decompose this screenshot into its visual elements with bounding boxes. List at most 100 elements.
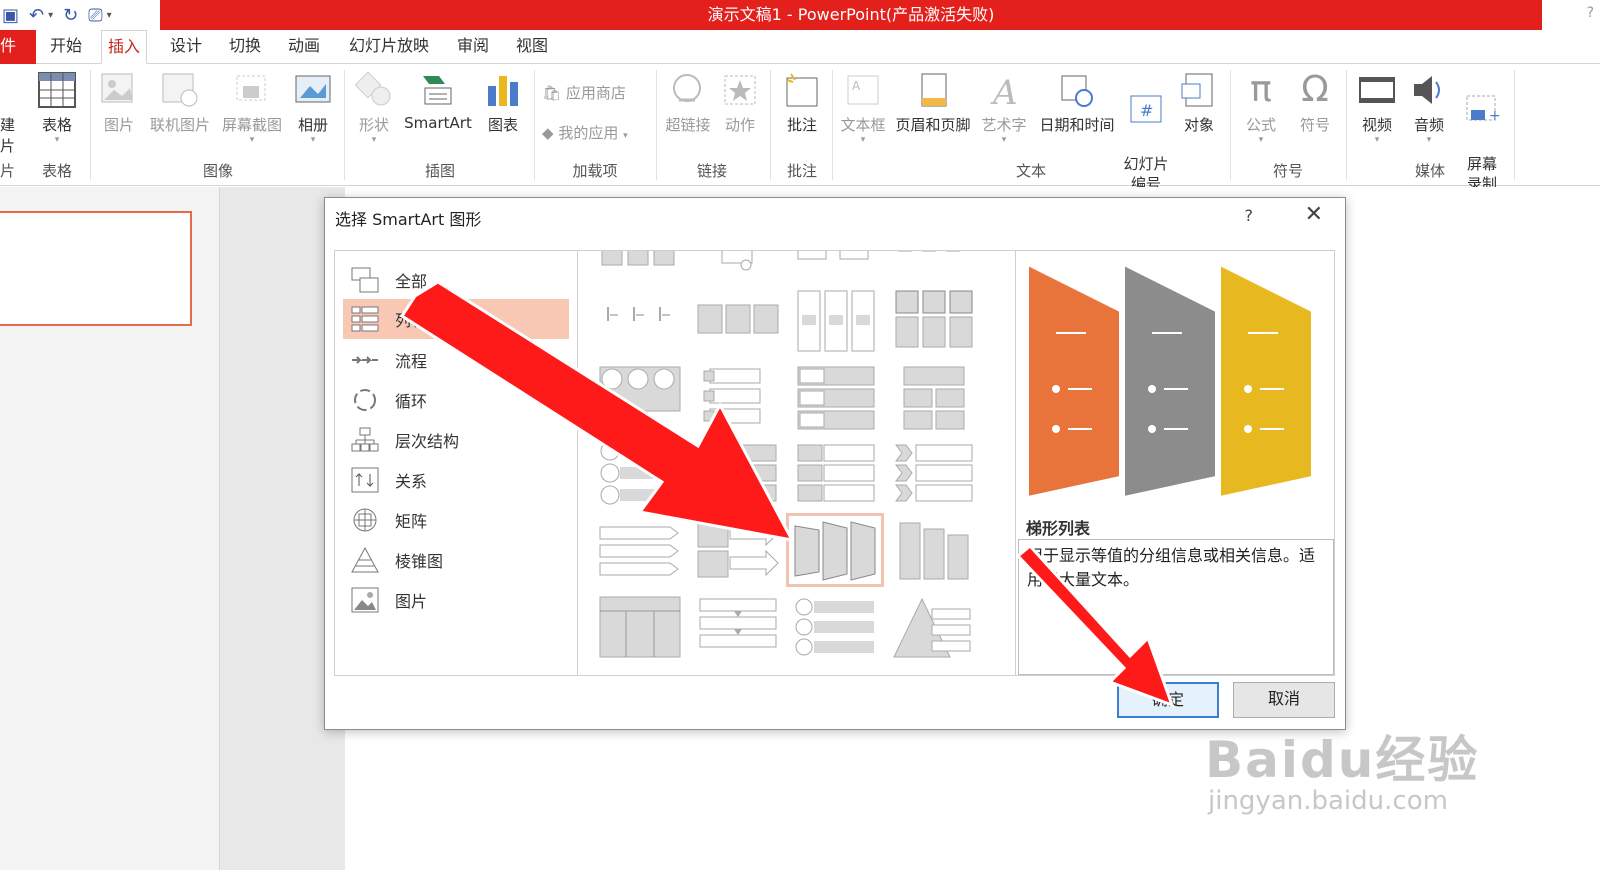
category-process[interactable]: 流程: [343, 341, 569, 379]
picture-icon: [101, 73, 133, 103]
tab-home[interactable]: 开始: [44, 30, 88, 64]
ok-button[interactable]: 确定: [1117, 682, 1219, 718]
tab-insert[interactable]: 插入: [101, 30, 148, 64]
partial-new-slide[interactable]: 建 片: [0, 114, 20, 156]
group-label-illustrations: 插图: [424, 162, 455, 180]
store-label: 应用商店: [565, 84, 626, 102]
tab-transitions[interactable]: 切换: [223, 30, 267, 64]
category-picture[interactable]: 图片: [343, 581, 569, 619]
layout-thumbnail[interactable]: [892, 365, 976, 431]
preview-bullet-dot: [1148, 425, 1156, 433]
category-relationship[interactable]: 关系: [343, 461, 569, 499]
layout-thumbnail[interactable]: [794, 441, 878, 507]
dialog-help-icon[interactable]: ?: [1245, 206, 1254, 225]
redo-icon[interactable]: ↻: [63, 5, 78, 26]
slideshow-start-icon[interactable]: ⎚: [88, 5, 102, 26]
smartart-button[interactable]: SmartArt: [400, 72, 476, 132]
slide-thumbnail-pane: [0, 187, 220, 870]
equation-button[interactable]: π 公式 ▾: [1236, 72, 1286, 146]
layout-thumbnail[interactable]: [696, 517, 780, 583]
category-label: 层次结构: [395, 432, 460, 451]
picture-category-icon: [351, 587, 379, 613]
tab-design[interactable]: 设计: [164, 30, 208, 64]
customize-qat-icon[interactable]: ▾: [107, 10, 112, 21]
preview-bullet-dot: [1052, 385, 1060, 393]
video-button[interactable]: 视频 ▾: [1352, 72, 1402, 145]
layout-thumbnail[interactable]: [794, 289, 878, 355]
svg-text:#: #: [1140, 101, 1153, 120]
action-label: 动作: [724, 116, 755, 134]
slide-thumbnail[interactable]: [0, 211, 192, 326]
photo-album-button[interactable]: 相册 ▾: [288, 72, 338, 145]
screenshot-icon: [236, 75, 266, 101]
symbol-button[interactable]: Ω 符号: [1290, 72, 1340, 135]
layout-thumbnail[interactable]: [892, 289, 976, 355]
layout-thumbnail[interactable]: [598, 365, 682, 431]
layout-thumbnail[interactable]: [598, 595, 682, 661]
layout-thumbnail[interactable]: [696, 441, 780, 507]
category-label: 棱锥图: [395, 552, 444, 571]
date-time-button[interactable]: 日期和时间: [1032, 72, 1122, 135]
smartart-icon: [423, 76, 452, 105]
tab-view[interactable]: 视图: [510, 30, 554, 64]
layout-thumbnail[interactable]: [794, 365, 878, 431]
picture-button[interactable]: 图片: [98, 72, 140, 135]
table-button[interactable]: 表格 ▾: [32, 72, 82, 145]
cancel-button[interactable]: 取消: [1233, 682, 1335, 718]
object-icon: [1181, 73, 1213, 107]
store-button[interactable]: 🛍 应用商店: [542, 82, 652, 103]
layout-thumbnail[interactable]: [794, 595, 878, 661]
smartart-label: SmartArt: [404, 114, 472, 132]
video-icon: [1359, 77, 1395, 103]
category-list-selected[interactable]: 列表: [343, 299, 569, 339]
object-button[interactable]: 对象: [1176, 72, 1222, 135]
action-button[interactable]: 动作: [718, 72, 762, 135]
shapes-button[interactable]: 形状 ▾: [350, 72, 398, 145]
layout-thumbnail[interactable]: [598, 517, 682, 583]
category-cycle[interactable]: 循环: [343, 381, 569, 419]
tab-file[interactable]: 件: [0, 30, 36, 64]
header-footer-button[interactable]: 页眉和页脚: [890, 72, 976, 135]
audio-label: 音频: [1413, 116, 1444, 134]
save-icon[interactable]: ▣: [2, 5, 19, 26]
undo-icon[interactable]: ↶: [29, 5, 44, 26]
layout-thumbnail[interactable]: [892, 517, 976, 583]
layout-thumbnail-selected[interactable]: [786, 513, 884, 587]
layout-thumbnail[interactable]: [696, 289, 780, 355]
textbox-button[interactable]: A 文本框 ▾: [836, 72, 890, 145]
comment-button[interactable]: 批注: [776, 72, 828, 135]
layout-thumbnail[interactable]: [696, 365, 780, 431]
category-hierarchy[interactable]: 层次结构: [343, 421, 569, 459]
preview-bullet-dot: [1244, 385, 1252, 393]
my-apps-button[interactable]: ◆ 我的应用 ▾: [542, 122, 652, 143]
online-pictures-button[interactable]: 联机图片: [144, 72, 216, 135]
group-separator: [90, 70, 91, 180]
category-pyramid[interactable]: 棱锥图: [343, 541, 569, 579]
wordart-button[interactable]: A 艺术字 ▾: [978, 72, 1030, 145]
object-label: 对象: [1183, 116, 1214, 134]
undo-dropdown-icon[interactable]: ▾: [48, 10, 53, 21]
header-footer-icon: [921, 73, 947, 107]
photo-album-icon: [295, 75, 331, 103]
category-all[interactable]: 全部: [343, 261, 569, 299]
layout-thumbnail[interactable]: [892, 595, 976, 661]
tab-slideshow[interactable]: 幻灯片放映: [343, 30, 435, 64]
wordart-icon: A: [990, 73, 1018, 108]
layout-thumbnail[interactable]: [892, 441, 976, 507]
screenshot-button[interactable]: 屏幕截图 ▾: [216, 72, 288, 145]
chart-button[interactable]: 图表: [480, 72, 526, 135]
audio-button[interactable]: 音频 ▾: [1404, 72, 1454, 145]
comment-icon: [786, 73, 818, 107]
tab-review[interactable]: 审阅: [451, 30, 495, 64]
comment-label: 批注: [786, 116, 817, 134]
layout-thumbnail[interactable]: [696, 595, 780, 661]
help-icon[interactable]: ?: [1587, 5, 1594, 21]
tab-animations[interactable]: 动画: [282, 30, 326, 64]
layout-thumbnail[interactable]: [598, 289, 682, 355]
category-matrix[interactable]: 矩阵: [343, 501, 569, 539]
layout-thumbnail[interactable]: [598, 441, 682, 507]
hyperlink-button[interactable]: 超链接: [660, 72, 716, 135]
relationship-icon: [351, 467, 379, 493]
dialog-close-icon[interactable]: ✕: [1305, 202, 1323, 227]
textbox-label: 文本框: [840, 116, 886, 134]
